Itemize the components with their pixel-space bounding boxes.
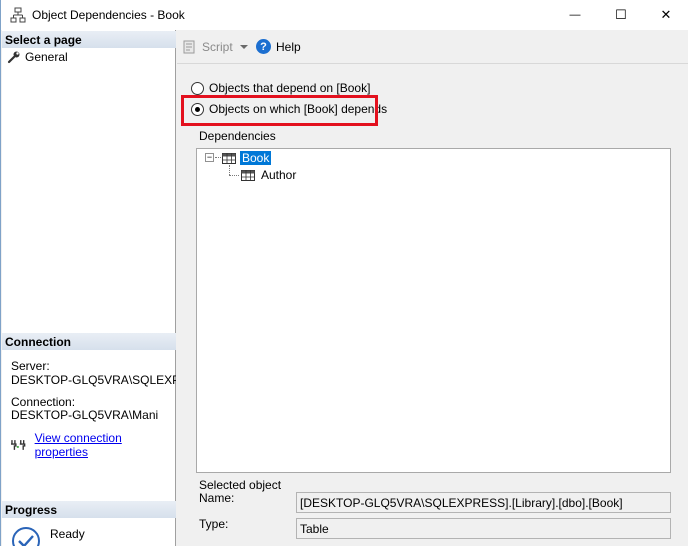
selected-object-label: Selected object [199,478,282,492]
dependencies-label: Dependencies [199,129,276,143]
tree-node-child[interactable]: Author [241,168,296,182]
left-panel: Select a page General Connection Server:… [2,30,176,546]
close-button[interactable]: ✕ [643,0,688,30]
server-label: Server: [11,359,50,373]
toolbar: Script ? Help [177,30,688,64]
page-item-label: General [25,50,68,64]
tree-connector [229,165,230,175]
radio-depend-on-book-control[interactable] [191,81,204,95]
progress-header: Progress [2,501,176,518]
help-button[interactable]: ? Help [256,39,301,54]
view-connection-properties-label[interactable]: View connection properties [35,431,175,459]
tree-node-root-label: Book [240,151,272,165]
progress-status: Ready [11,526,85,546]
tree-collapse-icon[interactable]: − [205,153,214,162]
dependencies-icon [10,7,26,23]
title-bar[interactable]: Object Dependencies - Book — ☐ ✕ [1,0,688,30]
maximize-button[interactable]: ☐ [598,0,644,30]
name-field[interactable]: [DESKTOP-GLQ5VRA\SQLEXPRESS].[Library].[… [296,492,671,513]
maximize-icon: ☐ [615,7,627,22]
ready-check-icon [12,527,40,546]
tree-node-child-label: Author [261,168,297,182]
name-label: Name: [199,491,235,505]
type-label: Type: [199,517,229,531]
minimize-button[interactable]: — [552,0,598,30]
window-title: Object Dependencies - Book [32,8,185,22]
close-icon: ✕ [660,7,672,22]
script-button[interactable]: Script [183,40,233,54]
minimize-icon: — [569,9,581,21]
script-dropdown-arrow-icon[interactable] [240,45,248,49]
tree-node-root[interactable]: Book [222,151,272,165]
page-item-general[interactable]: General [7,50,68,64]
select-page-header: Select a page [2,31,176,48]
connection-value: DESKTOP-GLQ5VRA\Mani [11,408,159,422]
script-label: Script [202,40,233,54]
connection-label: Connection: [11,395,76,409]
connection-header: Connection [2,333,176,350]
radio-depend-on-book[interactable]: Objects that depend on [Book] [191,81,370,95]
tree-connector [215,157,221,158]
connection-plug-icon [11,440,26,450]
help-label: Help [276,39,301,54]
highlight-annotation [181,95,378,126]
progress-status-label: Ready [50,527,85,541]
script-icon [183,40,195,54]
help-icon: ? [256,39,271,54]
tree-connector [229,175,239,176]
wrench-icon [7,51,20,64]
table-icon [241,169,255,181]
view-connection-properties-link[interactable]: View connection properties [11,431,175,459]
server-value: DESKTOP-GLQ5VRA\SQLEXPRESS [11,373,176,387]
dependencies-tree[interactable] [196,148,671,473]
radio-depend-on-book-label: Objects that depend on [Book] [209,81,371,95]
dialog-window: Object Dependencies - Book — ☐ ✕ Select … [0,0,688,546]
type-field[interactable]: Table [296,518,671,539]
table-icon [222,152,236,164]
